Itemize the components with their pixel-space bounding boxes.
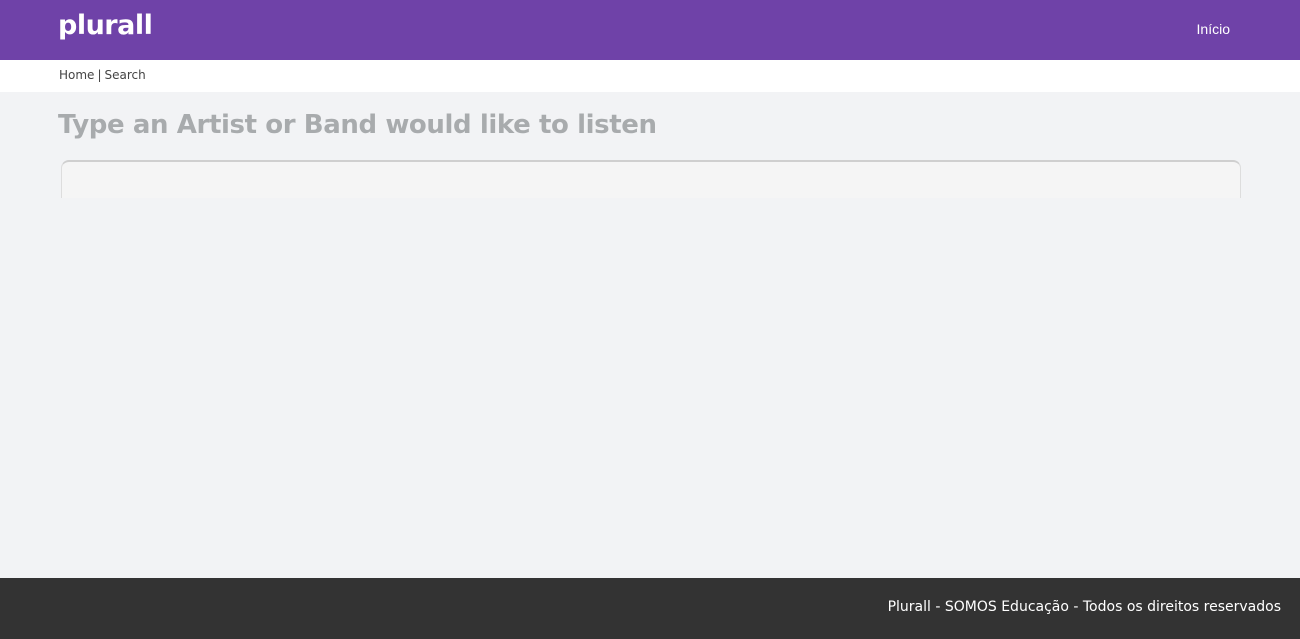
breadcrumb-home-link[interactable]: Home — [59, 68, 94, 82]
artist-search-input[interactable] — [61, 160, 1241, 198]
top-header: plurall Início — [0, 0, 1300, 60]
breadcrumb-separator: | — [97, 68, 102, 82]
footer: Plurall - SOMOS Educação - Todos os dire… — [0, 578, 1300, 639]
page-title: Type an Artist or Band would like to lis… — [58, 110, 657, 140]
breadcrumb-current: Search — [104, 68, 146, 82]
plurall-logo[interactable]: plurall — [58, 10, 153, 42]
nav-inicio-link[interactable]: Início — [1197, 21, 1230, 37]
breadcrumb-bar: Home | Search — [0, 60, 1300, 92]
footer-copyright: Plurall - SOMOS Educação - Todos os dire… — [887, 599, 1281, 615]
breadcrumb: Home | Search — [59, 68, 146, 82]
